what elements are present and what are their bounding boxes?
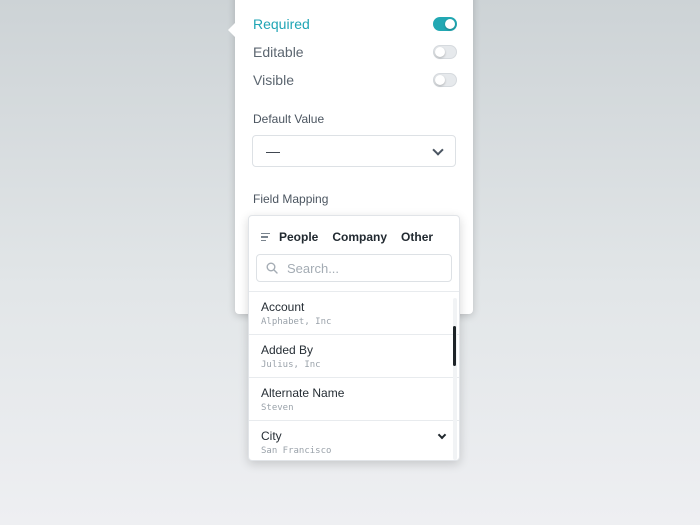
field-mapping-label: Field Mapping (253, 192, 329, 206)
visible-toggle[interactable] (433, 73, 457, 87)
scrollbar-thumb[interactable] (453, 326, 456, 366)
scrollbar-track[interactable] (453, 298, 457, 460)
required-toggle[interactable] (433, 17, 457, 31)
toggle-knob (445, 19, 455, 29)
required-label: Required (253, 16, 310, 32)
editable-toggle[interactable] (433, 45, 457, 59)
item-title: Alternate Name (261, 386, 345, 400)
tab-people[interactable]: People (279, 230, 318, 244)
search-input[interactable]: Search... (256, 254, 452, 282)
field-mapping-dropdown: People Company Other Search... Account A… (248, 215, 460, 461)
tab-company[interactable]: Company (332, 230, 387, 244)
item-subtitle: Steven (261, 403, 294, 413)
item-subtitle: San Francisco (261, 446, 332, 456)
visible-row: Visible (253, 70, 457, 90)
list-item[interactable]: Added By Julius, Inc (249, 334, 459, 377)
item-title: Account (261, 300, 305, 314)
item-subtitle: Alphabet, Inc (261, 317, 332, 327)
item-subtitle: Julius, Inc (261, 360, 321, 370)
required-row: Required (253, 14, 457, 34)
editable-label: Editable (253, 44, 304, 60)
list-item[interactable]: City San Francisco (249, 420, 459, 460)
tab-other[interactable]: Other (401, 230, 433, 244)
filter-icon[interactable] (261, 232, 270, 242)
default-value-label: Default Value (253, 112, 325, 126)
toggle-knob (435, 47, 445, 57)
list-item[interactable]: Account Alphabet, Inc (249, 291, 459, 334)
panel-pointer (228, 22, 236, 38)
mapping-list: Account Alphabet, Inc Added By Julius, I… (249, 291, 459, 460)
search-placeholder: Search... (287, 261, 340, 276)
default-value-select[interactable]: — (252, 135, 456, 167)
item-title: City (261, 429, 282, 443)
default-value-current: — (266, 143, 280, 159)
item-title: Added By (261, 343, 314, 357)
editable-row: Editable (253, 42, 457, 62)
visible-label: Visible (253, 72, 294, 88)
search-icon (266, 262, 278, 274)
mapping-tabs: People Company Other (261, 229, 447, 245)
list-item[interactable]: Alternate Name Steven (249, 377, 459, 420)
toggle-knob (435, 75, 445, 85)
chevron-down-icon (432, 144, 444, 156)
chevron-down-icon[interactable] (437, 430, 447, 440)
